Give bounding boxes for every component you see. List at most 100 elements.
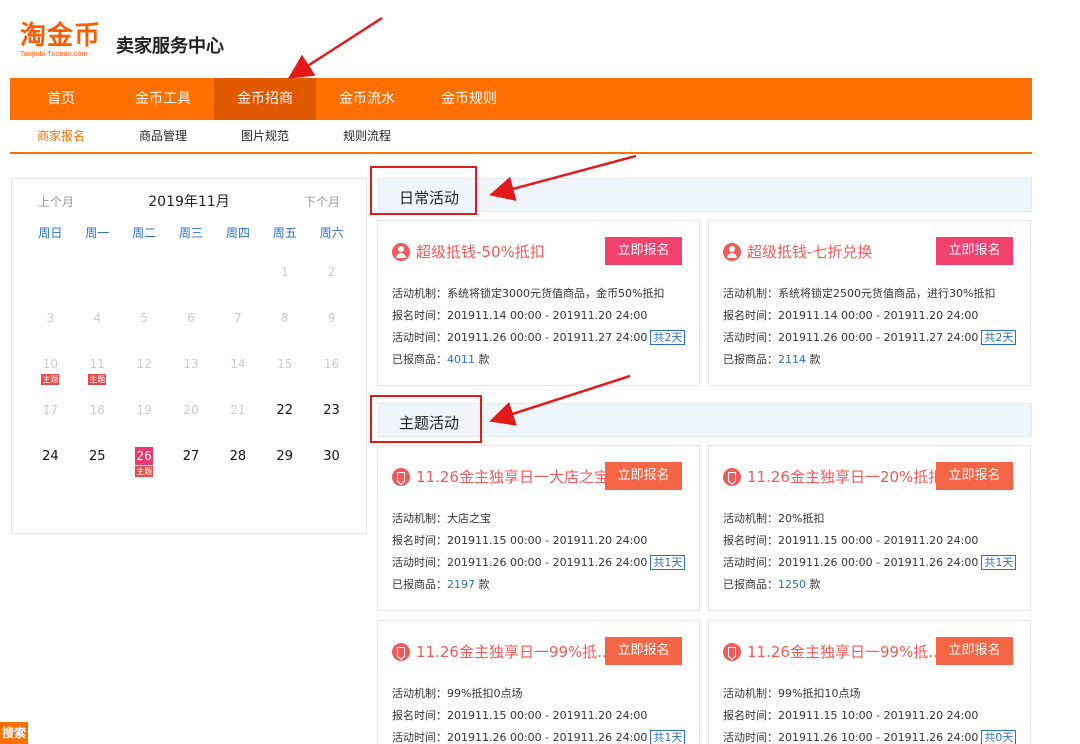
card-count[interactable]: 1250 xyxy=(778,578,806,591)
signup-button[interactable]: 立即报名 xyxy=(605,237,682,265)
logo-subtext: Taojinbi.Taobao.com xyxy=(20,51,88,58)
card-title-text: 11.26金主独享日一99%抵... xyxy=(747,643,943,661)
calendar-day[interactable]: 13 xyxy=(168,353,215,399)
calendar-day[interactable]: 3 xyxy=(27,307,74,353)
activity-card: 11.26金主独享日一大店之宝 立即报名 活动机制：大店之宝 报名时间：2019… xyxy=(377,445,700,611)
side-search-tab[interactable]: 搜索 xyxy=(0,722,28,744)
calendar-day[interactable]: 6 xyxy=(168,307,215,353)
calendar-day[interactable]: 12 xyxy=(121,353,168,399)
card-signup-time: 报名时间：201911.14 00:00 - 201911.20 24:00 xyxy=(723,309,979,322)
card-duration-badge: 共1天 xyxy=(981,555,1017,570)
card-mechanism: 活动机制：20%抵扣 xyxy=(723,512,825,525)
theme-activities-title: 主题活动 xyxy=(399,414,460,432)
daily-activities-title: 日常活动 xyxy=(399,189,460,207)
calendar-day-number: 1 xyxy=(280,265,289,279)
calendar-day[interactable]: 15 xyxy=(261,353,308,399)
calendar-day[interactable]: 11 主题 xyxy=(74,353,121,399)
theme-day-badge: 主题 xyxy=(88,374,107,385)
card-count-unit: 款 xyxy=(809,353,821,366)
calendar-day[interactable]: 27 xyxy=(168,445,215,491)
card-title-text: 超级抵钱-七折兑换 xyxy=(747,243,873,261)
calendar-day[interactable]: 7 xyxy=(214,307,261,353)
calendar-day[interactable]: 29 xyxy=(261,445,308,491)
calendar-day-number: 23 xyxy=(323,403,340,418)
weekday-label: 周三 xyxy=(178,226,203,240)
main-nav-home[interactable]: 首页 xyxy=(10,78,112,120)
card-active-time: 活动时间：201911.26 10:00 - 201911.26 24:00 xyxy=(723,731,979,744)
main-nav-tools[interactable]: 金币工具 xyxy=(112,78,214,120)
calendar-day[interactable]: 5 xyxy=(121,307,168,353)
calendar-day[interactable]: 2 xyxy=(308,261,355,307)
main-nav-rules[interactable]: 金币规则 xyxy=(418,78,520,120)
calendar-day-number: 18 xyxy=(89,403,105,417)
card-mechanism: 活动机制：系统将锁定3000元货值商品，金币50%抵扣 xyxy=(392,287,665,300)
calendar-day-number: 10 xyxy=(42,357,59,371)
signup-button[interactable]: 立即报名 xyxy=(936,237,1013,265)
calendar-day[interactable]: 20 xyxy=(168,399,215,445)
card-title[interactable]: 超级抵钱-50%抵扣 xyxy=(392,241,545,262)
sub-nav-merchant-signup[interactable]: 商家报名 xyxy=(10,120,112,152)
signup-button[interactable]: 立即报名 xyxy=(605,462,682,490)
signup-button[interactable]: 立即报名 xyxy=(605,637,682,665)
user-icon xyxy=(392,242,410,261)
calendar-day[interactable]: 18 xyxy=(74,399,121,445)
main-nav-recruit[interactable]: 金币招商 xyxy=(214,78,316,120)
calendar-day[interactable]: 23 xyxy=(308,399,355,445)
card-duration-badge: 共2天 xyxy=(981,330,1017,345)
calendar-day-number: 30 xyxy=(323,449,340,464)
user-icon xyxy=(723,242,741,261)
calendar-day[interactable]: 19 xyxy=(121,399,168,445)
taojinbi-logo[interactable]: 淘金币 Taojinbi.Taobao.com xyxy=(20,22,101,58)
calendar-day[interactable]: 22 xyxy=(261,399,308,445)
calendar-day[interactable]: 25 xyxy=(74,445,121,491)
calendar-day[interactable]: 21 xyxy=(214,399,261,445)
sub-nav-goods-manage[interactable]: 商品管理 xyxy=(112,120,214,152)
card-active-time: 活动时间：201911.26 00:00 - 201911.27 24:00 xyxy=(723,331,979,344)
calendar-day-number: 6 xyxy=(187,311,195,325)
theme-activities-header: 主题活动 xyxy=(378,403,1032,437)
logo-text: 淘金币 xyxy=(20,21,102,51)
card-duration-badge: 共1天 xyxy=(650,555,686,570)
calendar-day-number: 19 xyxy=(136,403,152,417)
calendar-day[interactable]: 9 xyxy=(308,307,355,353)
calendar-day-number: 2 xyxy=(327,265,336,279)
card-title[interactable]: 11.26金主独享日一99%抵... xyxy=(392,641,612,662)
sub-nav-rule-flow[interactable]: 规则流程 xyxy=(316,120,418,152)
weekday-label: 周四 xyxy=(225,226,250,240)
card-title[interactable]: 11.26金主独享日一20%抵扣 xyxy=(723,466,943,487)
calendar-next-month[interactable]: 下个月 xyxy=(304,193,340,210)
calendar-day[interactable]: 26 主题 xyxy=(121,445,168,491)
calendar-day-number: 24 xyxy=(42,449,59,464)
signup-button[interactable]: 立即报名 xyxy=(936,637,1013,665)
calendar-day[interactable]: 28 xyxy=(214,445,261,491)
signup-button[interactable]: 立即报名 xyxy=(936,462,1013,490)
weekday-label: 周日 xyxy=(38,226,63,240)
card-count[interactable]: 4011 xyxy=(447,353,475,366)
sub-nav-image-spec[interactable]: 图片规范 xyxy=(214,120,316,152)
card-count[interactable]: 2197 xyxy=(447,578,475,591)
card-title[interactable]: 超级抵钱-七折兑换 xyxy=(723,241,872,262)
calendar-day-number: 8 xyxy=(280,311,289,325)
card-count[interactable]: 2114 xyxy=(778,353,806,366)
main-nav-flow[interactable]: 金币流水 xyxy=(316,78,418,120)
calendar-day-number: 29 xyxy=(276,449,293,464)
calendar-day[interactable]: 1 xyxy=(261,261,308,307)
activity-calendar: 上个月 2019年11月 下个月 周日 周一 周二 周三 周四 周五 周六 12… xyxy=(11,178,367,534)
card-title[interactable]: 11.26金主独享日一99%抵... xyxy=(723,641,943,662)
calendar-day[interactable]: 17 xyxy=(27,399,74,445)
calendar-day[interactable]: 30 xyxy=(308,445,355,491)
card-title[interactable]: 11.26金主独享日一大店之宝 xyxy=(392,466,609,487)
calendar-day[interactable]: 24 xyxy=(27,445,74,491)
calendar-day[interactable]: 10 主题 xyxy=(27,353,74,399)
calendar-day[interactable]: 16 xyxy=(308,353,355,399)
sub-nav: 商家报名 商品管理 图片规范 规则流程 xyxy=(10,120,1032,154)
calendar-day[interactable]: 8 xyxy=(261,307,308,353)
calendar-day-number: 7 xyxy=(234,311,242,325)
calendar-empty-cell xyxy=(121,261,168,307)
activity-card: 11.26金主独享日一99%抵... 立即报名 活动机制：99%抵扣0点场 报名… xyxy=(377,620,700,744)
calendar-day[interactable]: 14 xyxy=(214,353,261,399)
calendar-day[interactable]: 4 xyxy=(74,307,121,353)
calendar-prev-month[interactable]: 上个月 xyxy=(38,193,74,210)
bookmark-icon xyxy=(392,467,410,486)
activity-card: 11.26金主独享日一99%抵... 立即报名 活动机制：99%抵扣10点场 报… xyxy=(708,620,1031,744)
